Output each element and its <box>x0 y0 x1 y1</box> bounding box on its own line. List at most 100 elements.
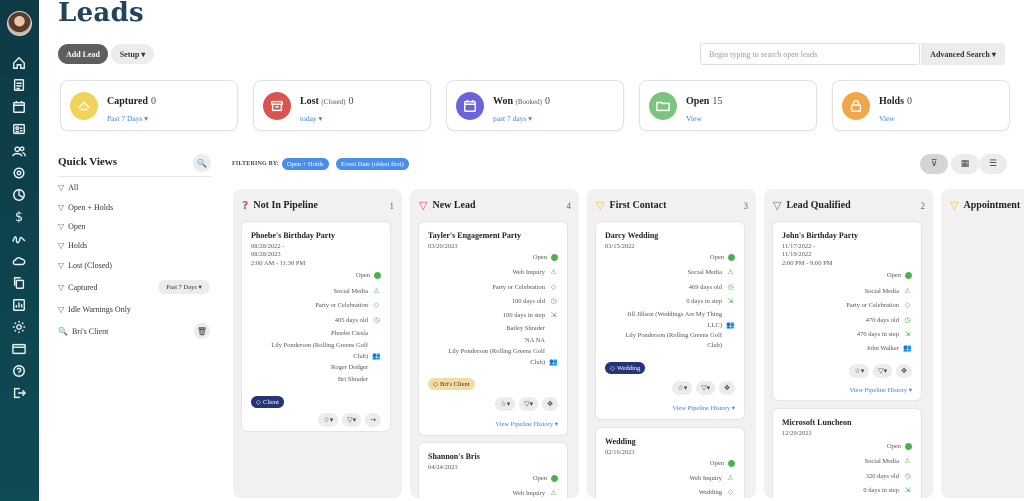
setup-button[interactable]: Setup ▾ <box>111 44 154 64</box>
star-menu-icon[interactable]: ☆▾ <box>672 381 693 395</box>
logout-icon[interactable] <box>8 382 30 404</box>
lead-planner: LLC) 👥 <box>707 321 735 329</box>
search-input[interactable] <box>700 43 920 65</box>
move-icon[interactable]: ✥ <box>719 381 735 395</box>
filter-icon: ▽ <box>596 199 605 212</box>
source-icon: ⚠ <box>904 457 911 465</box>
pipeline-history-link[interactable]: View Pipeline History ▾ <box>672 404 735 412</box>
quick-view-open[interactable]: ▽ Open <box>58 222 85 231</box>
lead-card[interactable]: Tayler's Engagement Party 03/20/2023 Ope… <box>418 221 568 436</box>
lead-tag[interactable]: ◇ Client <box>251 396 284 408</box>
lead-event-type: Party or Celebration ◇ <box>846 301 911 309</box>
move-icon[interactable]: ✥ <box>542 397 558 411</box>
lead-card[interactable]: Microsoft Luncheon 12/29/2023 Open Socia… <box>772 408 922 498</box>
dollar-icon[interactable]: $ <box>8 206 30 228</box>
search-icon[interactable]: 🔍 <box>193 154 211 172</box>
settings-icon[interactable] <box>8 316 30 338</box>
stat-card-holds[interactable]: Holds 0 View <box>832 80 1010 131</box>
copy-icon[interactable] <box>8 272 30 294</box>
contact-card-icon[interactable] <box>8 118 30 140</box>
pipeline-history-link[interactable]: View Pipeline History ▾ <box>849 386 912 394</box>
quick-view-holds[interactable]: ▽ Holds <box>58 241 87 250</box>
lead-card[interactable]: Shannon's Bris 04/24/2023 Open Web Inqui… <box>418 442 568 498</box>
stat-label: Open 15 <box>686 96 723 107</box>
star-menu-icon[interactable]: ☆▾ <box>495 397 516 411</box>
lead-tag[interactable]: ◇ Bri's Client <box>428 378 475 390</box>
analytics-icon[interactable] <box>8 184 30 206</box>
setup-label: Setup <box>119 49 140 59</box>
move-icon[interactable]: ✥ <box>896 364 912 378</box>
user-avatar[interactable] <box>7 11 32 36</box>
lead-title: Wedding <box>605 437 636 446</box>
filter-menu-icon[interactable]: ▽▾ <box>873 364 893 378</box>
quick-view-open-holds[interactable]: ▽ Open + Holds <box>58 203 113 212</box>
filter-menu-icon[interactable]: ▽▾ <box>342 413 362 427</box>
lead-card[interactable]: Phoebe's Birthday Party 08/28/2022 - 08/… <box>241 221 391 432</box>
filter-toggle-icon[interactable]: ⊽ <box>920 154 948 174</box>
signature-icon[interactable] <box>8 228 30 250</box>
lead-date: 03/20/2023 <box>428 243 458 250</box>
trash-icon[interactable]: 🗑 <box>194 323 210 339</box>
quick-view-idle-warnings[interactable]: ▽ Idle Warnings Only <box>58 305 131 314</box>
filter-menu-icon[interactable]: ▽▾ <box>696 381 716 395</box>
step-icon: ⇲ <box>904 486 911 494</box>
filter-chip[interactable]: Event Date (oldest first) <box>336 158 409 170</box>
quick-view-bris-client[interactable]: 🔍 Bri's Client <box>58 327 108 336</box>
stat-card-open[interactable]: Open 15 View <box>639 80 817 131</box>
quick-view-captured[interactable]: ▽ Captured <box>58 283 97 292</box>
credit-card-icon[interactable] <box>8 338 30 360</box>
quick-view-lost[interactable]: ▽ Lost (Closed) <box>58 261 112 270</box>
filter-icon: ▽ <box>773 199 782 212</box>
list-view-icon[interactable]: ☰ <box>979 154 1007 174</box>
lead-card[interactable]: Wedding 02/16/2023 Open Web Inquiry ⚠ Wed… <box>595 427 745 498</box>
stat-range-link[interactable]: today ▾ <box>300 114 322 123</box>
status-dot <box>728 460 735 467</box>
help-icon[interactable] <box>8 360 30 382</box>
status-dot <box>905 272 912 279</box>
star-menu-icon[interactable]: ☆▾ <box>849 364 870 378</box>
lead-age: 470 days old ◷ <box>865 316 911 324</box>
stat-label: Lost (Closed) 0 <box>300 96 354 107</box>
arrow-right-icon[interactable]: → <box>365 413 381 427</box>
stat-range-link[interactable]: Past 7 Days ▾ <box>107 114 148 123</box>
stat-card-captured[interactable]: Captured 0 Past 7 Days ▾ <box>60 80 238 131</box>
step-icon: ⇲ <box>904 330 911 338</box>
document-icon[interactable] <box>8 74 30 96</box>
stat-card-won[interactable]: Won (Booked) 0 past 7 days ▾ <box>446 80 624 131</box>
filter-icon: ▽ <box>58 283 65 292</box>
clock-icon: ◷ <box>904 472 911 480</box>
stat-view-link[interactable]: View <box>879 114 895 123</box>
source-icon: ⚠ <box>373 287 380 295</box>
cloud-icon[interactable] <box>8 250 30 272</box>
calendar-icon[interactable] <box>8 96 30 118</box>
home-icon[interactable] <box>8 52 30 74</box>
captured-range-select[interactable]: Past 7 Days ▾ <box>158 280 210 294</box>
filter-chip[interactable]: Open + Holds <box>282 158 329 170</box>
stat-range-link[interactable]: past 7 days ▾ <box>493 114 532 123</box>
reports-icon[interactable] <box>8 294 30 316</box>
stat-card-lost[interactable]: Lost (Closed) 0 today ▾ <box>253 80 431 131</box>
filter-menu-icon[interactable]: ▽▾ <box>519 397 539 411</box>
lead-card[interactable]: Darcy Wedding 03/15/2022 Open Social Med… <box>595 221 745 420</box>
clock-icon: ◷ <box>904 316 911 324</box>
star-menu-icon[interactable]: ☆▾ <box>318 413 339 427</box>
filter-icon: ▽ <box>58 305 65 314</box>
advanced-search-button[interactable]: Advanced Search ▾ <box>921 43 1005 65</box>
leads-icon[interactable] <box>8 162 30 184</box>
stat-view-link[interactable]: View <box>686 114 702 123</box>
users-icon[interactable] <box>8 140 30 162</box>
lead-source: Social Media ⚠ <box>333 287 380 295</box>
lead-status: Open <box>533 254 558 261</box>
lead-venue: Lily Ponderson (Rolling Greens Golf <box>625 332 722 339</box>
holds-icon <box>842 92 870 120</box>
lead-title: Darcy Wedding <box>605 231 659 240</box>
lead-title: Tayler's Engagement Party <box>428 231 522 240</box>
source-icon: ⚠ <box>904 287 911 295</box>
pipeline-history-link[interactable]: View Pipeline History ▾ <box>495 420 558 428</box>
pipeline-column-not-in-pipeline: ? Not In Pipeline 1 Phoebe's Birthday Part… <box>233 189 402 498</box>
add-lead-button[interactable]: Add Lead <box>58 44 108 64</box>
grid-view-icon[interactable]: ▦ <box>951 154 979 174</box>
lead-tag[interactable]: ◇ Wedding <box>605 362 646 374</box>
lead-card[interactable]: John's Birthday Party 11/17/2022 - 11/19… <box>772 221 922 401</box>
quick-view-all[interactable]: ▽ All <box>58 183 78 192</box>
